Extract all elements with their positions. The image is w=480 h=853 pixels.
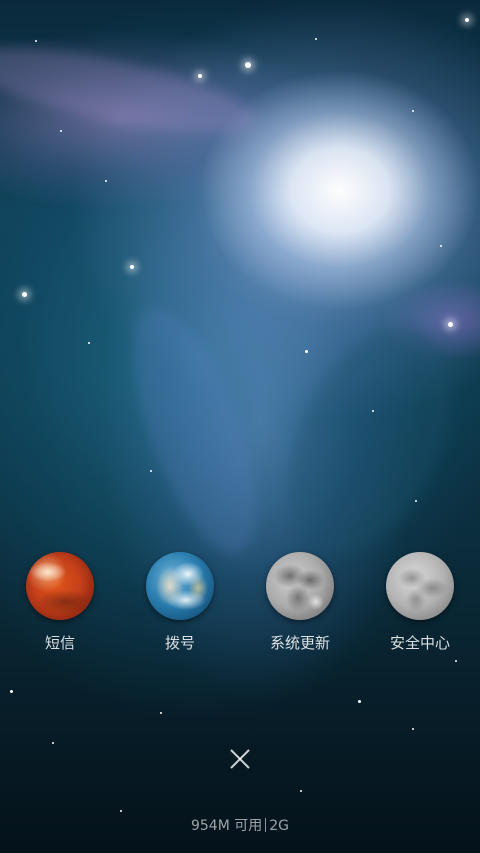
mars-planet-icon (26, 552, 94, 620)
star (130, 265, 134, 269)
shortcut-label: 短信 (44, 634, 75, 652)
star (88, 342, 90, 344)
star (245, 62, 251, 68)
memory-available: 954M 可用 (190, 818, 263, 834)
memory-status: 954M 可用 2G (0, 815, 480, 835)
star (160, 712, 162, 714)
shortcut-sms[interactable]: 短信 (0, 552, 120, 657)
shortcut-dialer[interactable]: 拨号 (120, 552, 240, 657)
star (465, 18, 469, 22)
earth-planet-icon (146, 552, 214, 620)
star (150, 470, 152, 472)
nebula-streak (108, 292, 282, 568)
star (440, 245, 442, 247)
star (315, 38, 317, 40)
star (372, 410, 374, 412)
shortcut-row: 短信 拨号 系统更新 安全中心 (0, 552, 480, 662)
close-button[interactable] (218, 737, 262, 781)
close-icon (230, 749, 250, 769)
shortcut-label: 系统更新 (269, 634, 330, 652)
shortcut-label: 安全中心 (389, 634, 450, 652)
shortcut-label: 拨号 (164, 634, 195, 652)
nebula-streak (0, 29, 263, 151)
star (358, 700, 361, 703)
star (305, 350, 308, 353)
star (412, 728, 414, 730)
space-wallpaper (0, 0, 480, 853)
nebula-streak (255, 301, 480, 579)
moon-planet-icon (386, 552, 454, 620)
moon-planet-icon (266, 552, 334, 620)
star (448, 322, 453, 327)
star (52, 742, 54, 744)
divider (265, 818, 267, 832)
star (105, 180, 107, 182)
memory-total: 2G (269, 818, 290, 834)
star (22, 292, 27, 297)
star (10, 690, 13, 693)
star (198, 74, 202, 78)
star (300, 790, 302, 792)
star (412, 110, 414, 112)
shortcut-system-update[interactable]: 系统更新 (240, 552, 360, 657)
star (60, 130, 62, 132)
star (35, 40, 37, 42)
shortcut-security-center[interactable]: 安全中心 (360, 552, 480, 657)
star (120, 810, 122, 812)
star (415, 500, 417, 502)
